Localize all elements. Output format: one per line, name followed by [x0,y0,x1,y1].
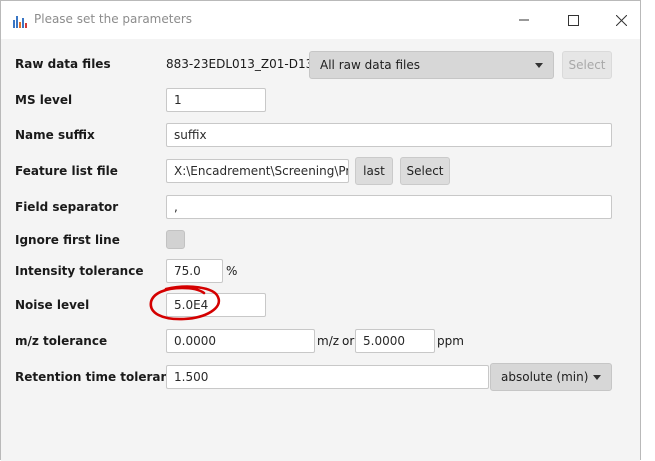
parameters-dialog: Please set the parameters Raw data files… [0,0,641,461]
ppm-unit: ppm [437,334,464,348]
or-label: or [342,334,355,348]
percent-unit: % [226,264,238,278]
last-button[interactable]: last [355,157,393,185]
mz-tolerance-label: m/z tolerance [15,334,108,348]
ms-level-label: MS level [15,93,73,107]
ignore-first-line-checkbox[interactable] [166,230,185,249]
retention-time-unit-dropdown[interactable]: absolute (min) [490,363,612,391]
title-bar: Please set the parameters [1,1,640,39]
mzmine-chart-icon [12,13,28,28]
name-suffix-label: Name suffix [15,128,95,142]
retention-time-tolerance-label: Retention time tolerance [15,370,185,384]
chevron-down-icon [593,375,601,380]
noise-level-label: Noise level [15,298,90,312]
ignore-first-line-label: Ignore first line [15,233,120,247]
maximize-icon [567,14,579,26]
mz-tolerance-input[interactable]: 0.0000 [166,329,315,353]
field-separator-input[interactable]: , [166,195,612,219]
raw-data-files-select-button[interactable]: Select [562,51,612,79]
ppm-tolerance-input[interactable]: 5.0000 [355,329,435,353]
form-area: Raw data files 883-23EDL013_Z01-D13... A… [1,39,640,461]
retention-time-tolerance-input[interactable]: 1.500 [166,365,489,389]
window-title: Please set the parameters [34,12,193,26]
feature-list-file-label: Feature list file [15,164,118,178]
ms-level-input[interactable]: 1 [166,88,266,112]
raw-data-files-dropdown-label: All raw data files [320,58,420,72]
chevron-down-icon [535,63,543,68]
maximize-button[interactable] [550,1,596,39]
red-circle-annotation [149,285,221,321]
raw-data-files-label: Raw data files [15,57,111,71]
raw-data-files-dropdown[interactable]: All raw data files [309,51,554,79]
feature-list-file-input[interactable]: X:\Encadrement\Screening\Proje [166,159,349,183]
minimize-button[interactable] [501,1,547,39]
intensity-tolerance-label: Intensity tolerance [15,264,144,278]
name-suffix-input[interactable]: suffix [166,123,612,147]
retention-time-unit-label: absolute (min) [501,370,589,384]
mz-unit: m/z [317,334,340,348]
feature-list-file-select-button[interactable]: Select [400,157,450,185]
raw-data-files-value: 883-23EDL013_Z01-D13... [166,57,325,71]
minimize-icon [519,19,529,21]
intensity-tolerance-input[interactable]: 75.0 [166,259,223,283]
field-separator-label: Field separator [15,200,119,214]
close-icon [615,14,627,26]
close-button[interactable] [598,1,644,39]
